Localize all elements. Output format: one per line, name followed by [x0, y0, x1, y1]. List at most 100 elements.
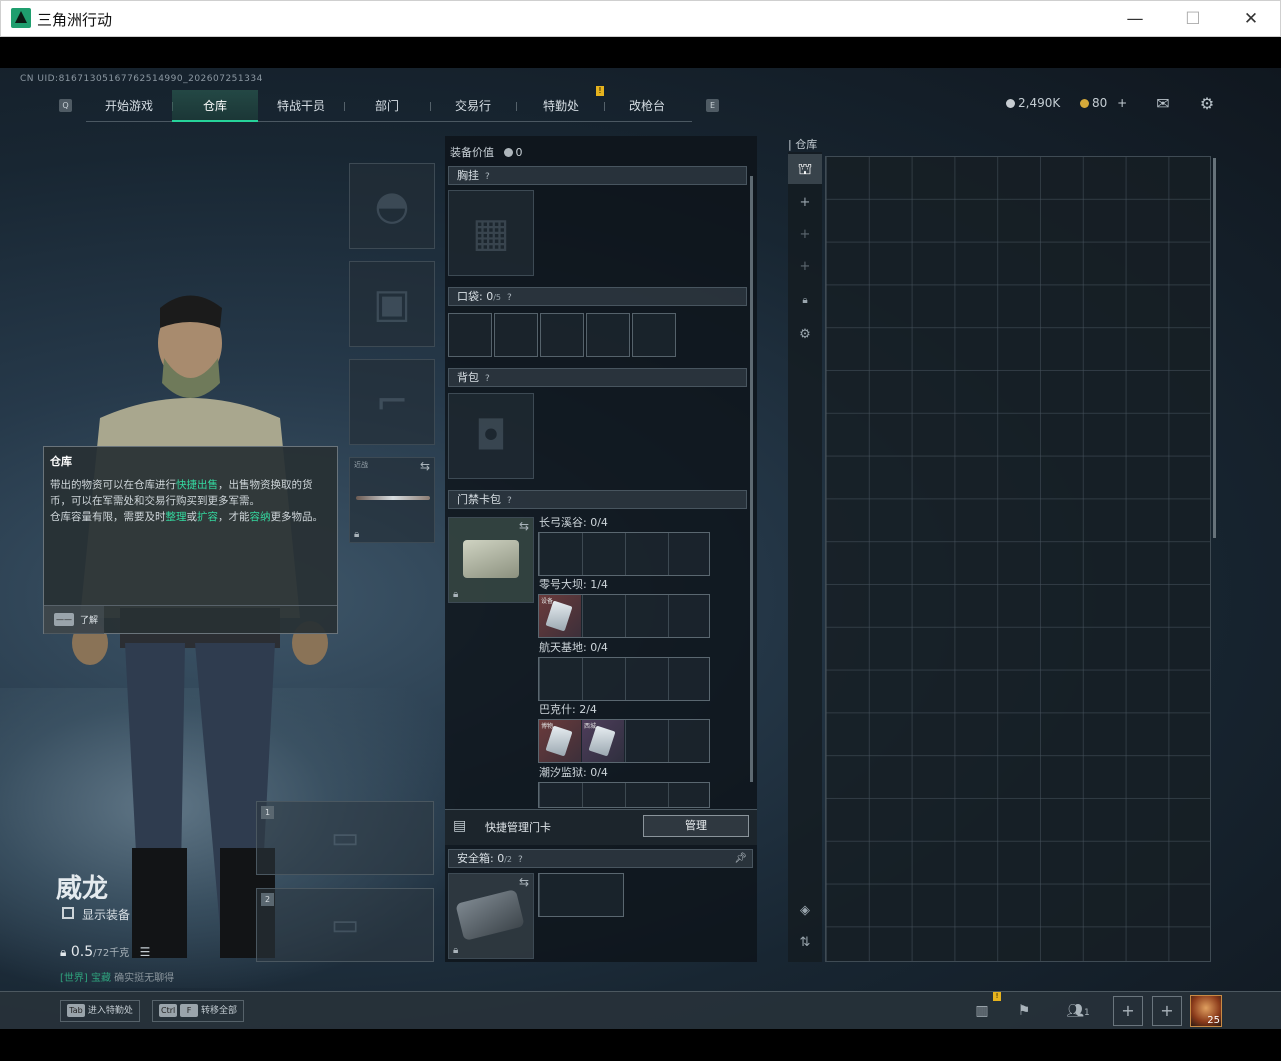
gear-icon[interactable]: ⚙: [1197, 94, 1217, 113]
tab-key-chip: Tab: [67, 1004, 85, 1017]
card-tag: 西城: [584, 723, 597, 730]
nav-prev-key[interactable]: Q: [59, 99, 72, 112]
list-icon[interactable]: ☰: [140, 945, 151, 959]
layers-icon[interactable]: ◈: [788, 896, 822, 926]
chest-rig-slot[interactable]: ▦: [448, 190, 534, 276]
close-button[interactable]: ✕: [1229, 5, 1273, 33]
mail-icon[interactable]: ✉: [1153, 94, 1173, 113]
keycard-grid[interactable]: 设备: [538, 594, 710, 638]
tab-gunsmith[interactable]: 改枪台: [604, 90, 690, 122]
stats-icon[interactable]: ▥: [968, 998, 996, 1024]
pocket-cell[interactable]: [586, 313, 630, 357]
enter-special-ops-hint[interactable]: Tab 进入特勤处: [60, 1000, 140, 1022]
show-gear-checkbox[interactable]: [62, 907, 74, 919]
add-tab-icon[interactable]: +: [788, 252, 822, 282]
add-tab-icon[interactable]: +: [788, 188, 822, 218]
coin-balance[interactable]: 2,490K: [1006, 96, 1060, 110]
nav-next-key[interactable]: E: [706, 99, 719, 112]
keycard-case-image: [463, 540, 519, 578]
stash-tab-icon[interactable]: ⛫: [788, 154, 822, 184]
safe-box-header: 安全箱: 0/2? 📌︎: [448, 849, 753, 868]
gear-icon[interactable]: ⚙: [788, 320, 822, 350]
app-logo-icon: [11, 8, 31, 28]
coin-icon: [1006, 99, 1015, 108]
weight-max: /72千克: [93, 948, 130, 959]
safe-box-max: /2: [504, 855, 513, 864]
help-icon[interactable]: ?: [485, 371, 490, 388]
sort-icon[interactable]: ⇅: [788, 928, 822, 958]
ticket-balance[interactable]: 80 +: [1080, 96, 1127, 110]
transfer-all-hint[interactable]: Ctrl F 转移全部: [152, 1000, 244, 1022]
avatar[interactable]: 25: [1190, 995, 1222, 1027]
tab-warehouse[interactable]: 仓库: [172, 90, 258, 122]
minimize-button[interactable]: —: [1113, 5, 1157, 33]
melee-label: 近战: [354, 461, 368, 469]
add-tab-icon[interactable]: +: [788, 220, 822, 250]
keycard-grid[interactable]: [538, 782, 710, 808]
keycard-icon: ▤: [453, 818, 467, 834]
help-icon[interactable]: ?: [507, 493, 512, 510]
keycard-case-slot[interactable]: ⇆ 🔒︎: [448, 517, 534, 603]
add-currency-button[interactable]: +: [1117, 96, 1127, 110]
melee-slot[interactable]: 近战 ⇆ 🔒︎: [349, 457, 435, 543]
value-amount: 0: [515, 146, 523, 159]
flag-icon[interactable]: ⚑: [1010, 998, 1038, 1024]
tooltip-text: 带出的物资可以在仓库进行: [50, 479, 176, 491]
tooltip-highlight: 整理: [165, 511, 187, 523]
keycard-header: 门禁卡包?: [448, 490, 747, 509]
keycard-grid[interactable]: [538, 532, 710, 576]
lock-icon: 🔒︎: [354, 529, 360, 540]
weight-lock-icon: 🔒︎: [60, 945, 67, 959]
safe-box-grid[interactable]: [538, 873, 624, 917]
pocket-cell[interactable]: [540, 313, 584, 357]
swap-icon[interactable]: ⇆: [519, 875, 529, 889]
notification-badge: !: [993, 992, 1001, 1001]
keycard-item[interactable]: 西城: [582, 720, 624, 762]
keycard-grid[interactable]: 博物 西城: [538, 719, 710, 763]
game-viewport: CN UID:8167130516776251499‌0_20260725133…: [0, 68, 1281, 1029]
stash-scrollbar[interactable]: [1213, 158, 1216, 538]
help-icon[interactable]: ?: [507, 290, 512, 307]
ticket-amount: 80: [1092, 96, 1108, 110]
coin-amount: 2,490K: [1018, 96, 1061, 110]
loadout-scrollbar[interactable]: [750, 176, 753, 782]
backpack-slot[interactable]: ◘: [448, 393, 534, 479]
manage-button[interactable]: 管理: [643, 815, 749, 837]
pistol-slot[interactable]: ⌐: [349, 359, 435, 445]
tab-special-ops[interactable]: 特勤处: [518, 90, 604, 122]
lock-icon[interactable]: 🔒︎: [788, 286, 822, 316]
safe-box-slot[interactable]: ⇆ 🔒︎: [448, 873, 534, 959]
friends-icon[interactable]: 👥︎1: [1058, 998, 1098, 1024]
window-title: 三角洲行动: [37, 11, 113, 29]
pin-icon[interactable]: 📌︎: [734, 850, 747, 867]
armor-slot[interactable]: ▣: [349, 261, 435, 347]
tooltip-ok-button[interactable]: —— 了解: [44, 606, 104, 634]
swap-icon[interactable]: ⇆: [420, 459, 430, 473]
stash-sidebar: ⛫ + + + 🔒︎ ⚙ ◈ ⇅: [788, 152, 822, 962]
pocket-cell[interactable]: [632, 313, 676, 357]
help-icon[interactable]: ?: [485, 169, 490, 186]
tab-start-game[interactable]: 开始游戏: [86, 90, 172, 122]
tab-operators[interactable]: 特战干员: [258, 90, 344, 122]
pocket-cell[interactable]: [448, 313, 492, 357]
keycard-case-label: 门禁卡包: [457, 493, 501, 506]
help-icon[interactable]: ?: [518, 852, 523, 869]
knife-image: [356, 496, 430, 500]
invite-slot-button[interactable]: +: [1152, 996, 1182, 1026]
secondary-weapon-slot[interactable]: 2 ▭: [256, 888, 434, 962]
title-bar: 三角洲行动 — ☐ ✕: [0, 0, 1281, 37]
invite-slot-button[interactable]: +: [1113, 996, 1143, 1026]
stash-grid[interactable]: [825, 156, 1211, 962]
keycard-grid[interactable]: [538, 657, 710, 701]
tab-department[interactable]: 部门: [344, 90, 430, 122]
helmet-slot[interactable]: ◓: [349, 163, 435, 249]
pocket-cell[interactable]: [494, 313, 538, 357]
safe-box-image: [455, 889, 525, 941]
keycard-item[interactable]: 博物: [539, 720, 581, 762]
friends-count: 1: [1084, 1008, 1090, 1018]
tab-trading[interactable]: 交易行: [430, 90, 516, 122]
swap-icon[interactable]: ⇆: [519, 519, 529, 533]
keycard-item[interactable]: 设备: [539, 595, 581, 637]
maximize-button[interactable]: ☐: [1171, 5, 1215, 33]
primary-weapon-slot[interactable]: 1 ▭: [256, 801, 434, 875]
